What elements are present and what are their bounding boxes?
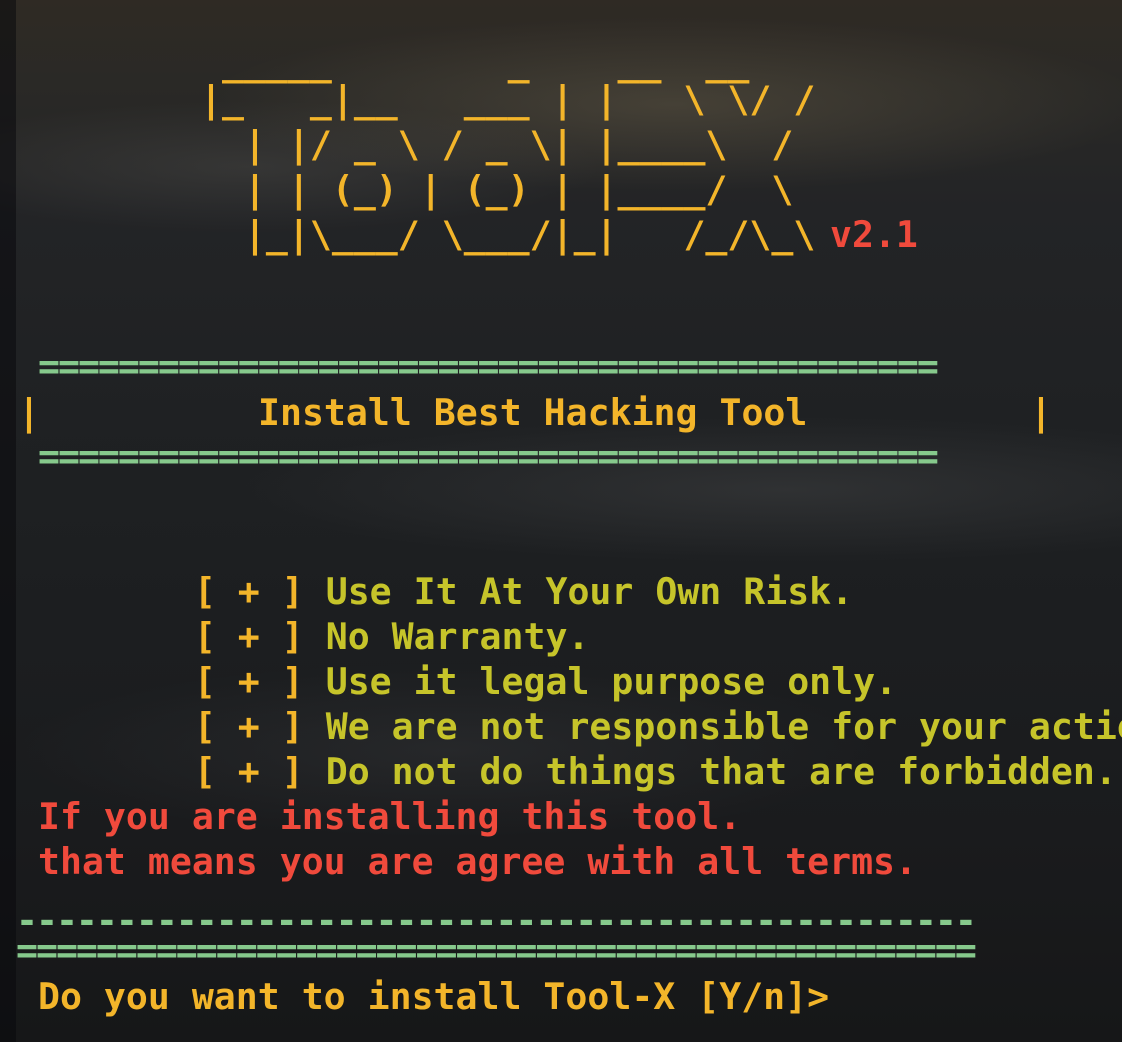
version-label: v2.1 xyxy=(830,213,918,256)
logo-line-4: | | (_) | (_) | |____/ \ xyxy=(200,168,794,211)
banner-right-bar: | xyxy=(1030,391,1052,434)
terminal-window[interactable]: _____ _ __ __ |_ _|__ ___ | | \ \/ / | |… xyxy=(0,0,1122,1042)
banner-top-separator: ========================================… xyxy=(38,345,939,388)
banner-left-bar: | xyxy=(18,391,40,434)
notice-line-1: If you are installing this tool. xyxy=(38,795,742,838)
banner-title: Install Best Hacking Tool xyxy=(258,391,808,434)
logo-line-5: |_|\___/ \___/|_| /_/\_\ xyxy=(200,213,816,256)
install-prompt[interactable]: Do you want to install Tool-X [Y/n]> xyxy=(38,974,829,1019)
logo-line-2: |_ _|__ ___ | | \ \/ / xyxy=(200,78,816,121)
term-text: Do not do things that are forbidden. xyxy=(325,750,1117,793)
logo-line-3: | |/ _ \ / _ \| |____\ / xyxy=(200,123,794,166)
plus-bullet: [ + ] xyxy=(193,750,304,793)
notice-line-2: that means you are agree with all terms. xyxy=(38,840,917,883)
bottom-double-separator: ========================================… xyxy=(16,929,977,972)
terminal-left-edge xyxy=(0,0,16,1042)
banner-bottom-separator: ========================================… xyxy=(38,435,939,478)
